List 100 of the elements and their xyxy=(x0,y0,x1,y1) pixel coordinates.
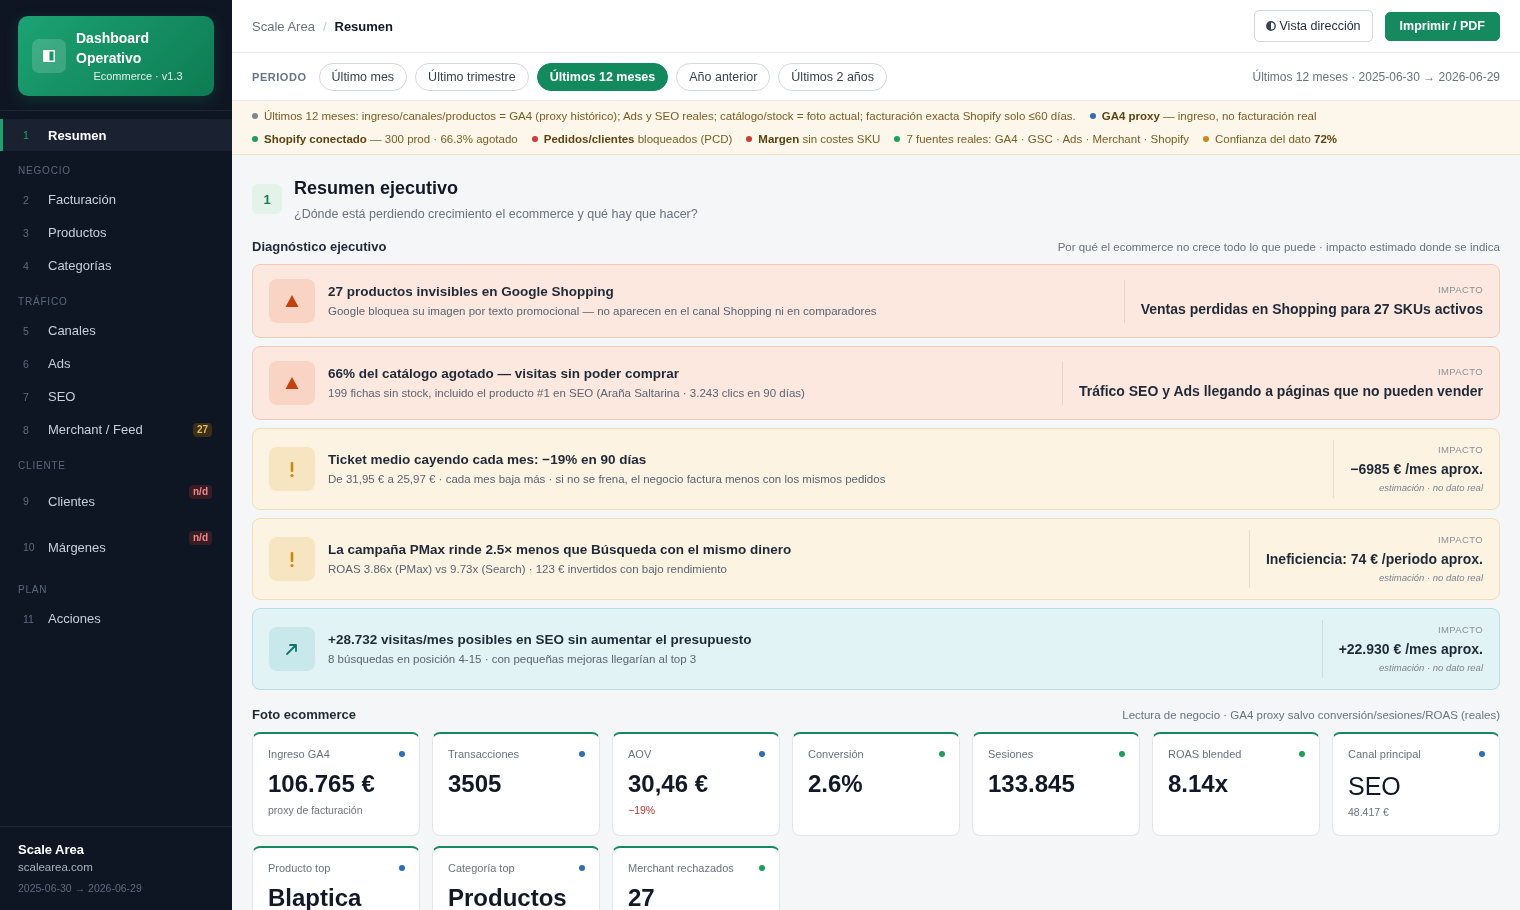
card-description: 8 búsquedas en posición 4-15 · con pequeñas mejoras llegarían al top 3 xyxy=(328,652,698,667)
impact-note: estimación · no dato real xyxy=(1377,572,1483,584)
exclamation-icon xyxy=(269,537,315,581)
kpi-label: Categoría top xyxy=(448,861,515,875)
kpi-note: proxy de facturación xyxy=(268,803,364,817)
nav-number: 9 xyxy=(23,495,30,507)
card-title: +28.732 visitas/mes posibles en SEO sin aumentar el presupuesto xyxy=(328,631,753,649)
kpi-label: Sesiones xyxy=(988,747,1034,761)
impact-label: IMPACTO xyxy=(1436,624,1483,636)
nav-number: 4 xyxy=(23,259,30,272)
nav-item[interactable]: 11 Acciones xyxy=(0,602,232,635)
period-tab[interactable]: Último mes xyxy=(318,62,408,91)
period-tab[interactable]: Últimos 12 meses xyxy=(536,62,669,91)
nav-item[interactable]: 4 Categorías xyxy=(0,249,232,282)
kpi-note: 48.417 € xyxy=(1348,805,1390,819)
card-description: Google bloquea su imagen por texto promocional — no aparecen en el canal Shopping ni en comparadores xyxy=(328,304,878,319)
kpi-value: Productos xyxy=(448,883,568,910)
date-range: 2025-06-30 → 2026-06-29 xyxy=(18,881,143,895)
notice-text: Shopify conectado — 300 prod · 66.3% agotado xyxy=(264,132,518,145)
status-badge: n/d xyxy=(189,485,212,499)
kpi-label: AOV xyxy=(628,747,652,761)
nav-item[interactable]: 8 Merchant / Feed 27 xyxy=(0,413,232,446)
nav-number: 8 xyxy=(23,423,30,436)
nav-item[interactable]: 9 Clientes n/d xyxy=(0,478,232,524)
block-title: Diagnóstico ejecutivo xyxy=(252,238,387,256)
nav-section-label: NEGOCIO xyxy=(17,164,72,178)
notice-text: Pedidos/clientes bloqueados (PCD) xyxy=(543,132,733,145)
kpi-value: 2.6% xyxy=(808,769,864,799)
breadcrumb-item: Resumen xyxy=(334,18,394,34)
section-number: 1 xyxy=(252,184,282,214)
card-title: 66% del catálogo agotado — visitas sin poder comprar xyxy=(328,365,681,383)
period-label: PERIODO xyxy=(252,70,307,83)
status-badge: n/d xyxy=(189,531,212,545)
nav-item[interactable]: 6 Ads xyxy=(0,347,232,380)
notice-text: GA4 proxy — ingreso, no facturación real xyxy=(1101,109,1317,122)
impact-label: IMPACTO xyxy=(1436,444,1483,456)
block-note: Por qué el ecommerce no crece todo lo que puede · impacto estimado donde se indica xyxy=(1057,240,1500,255)
breadcrumb-separator: / xyxy=(322,18,327,34)
section-subtitle: ¿Dónde está perdiendo crecimiento el ecommerce y qué hay que hacer? xyxy=(294,206,698,223)
account-name: Scale Area xyxy=(18,841,85,859)
card-description: 199 fichas sin stock, incluido el producto #1 en SEO (Araña Saltarina · 3.243 clics en 90 días) xyxy=(328,386,806,401)
impact-value: −6985 € /mes aprox. xyxy=(1350,460,1483,479)
kpi-label: Ingreso GA4 xyxy=(268,747,330,761)
nav-item[interactable]: 3 Productos xyxy=(0,216,232,249)
period-tab[interactable]: Últimos 2 años xyxy=(778,62,888,91)
panel-icon xyxy=(32,39,66,73)
breadcrumb-item[interactable]: Scale Area xyxy=(252,18,315,34)
notice-text: 7 fuentes reales: GA4 · GSC · Ads · Merchant · Shopify xyxy=(906,132,1189,145)
kpi-note: −19% xyxy=(628,803,657,817)
print-button[interactable]: Imprimir / PDF xyxy=(1384,11,1500,41)
nav-number: 1 xyxy=(23,129,30,141)
impact-value: Ventas perdidas en Shopping para 27 SKUs activos xyxy=(1140,299,1483,319)
account-domain: scalearea.com xyxy=(18,860,94,875)
notice-text: Confianza del dato 72% xyxy=(1214,132,1338,145)
impact-label: IMPACTO xyxy=(1436,534,1483,546)
notice-text: Margen sin costes SKU xyxy=(758,132,881,145)
nav-number: 2 xyxy=(23,193,30,206)
kpi-label: ROAS blended xyxy=(1168,747,1242,761)
nav-section-label: CLIENTE xyxy=(17,459,67,473)
kpi-value: 27 xyxy=(628,883,656,910)
nav-number: 6 xyxy=(23,357,30,370)
kpi-value: 106.765 € xyxy=(268,769,376,799)
impact-note: estimación · no dato real xyxy=(1377,482,1483,494)
kpi-value: 3505 xyxy=(448,769,503,799)
kpi-label: Canal principal xyxy=(1348,747,1421,761)
impact-value: Tráfico SEO y Ads llegando a páginas que no pueden vender xyxy=(1079,381,1483,401)
nav-number: 11 xyxy=(23,612,35,625)
card-title: 27 productos invisibles en Google Shopping xyxy=(328,283,615,301)
impact-note: estimación · no dato real xyxy=(1377,662,1483,674)
brand-title: Dashboard Operativo xyxy=(76,29,151,68)
card-description: De 31,95 € a 25,97 € · cada mes baja más · si no se frena, el negocio factura menos con los mismos pedidos xyxy=(328,472,887,487)
impact-label: IMPACTO xyxy=(1436,283,1483,296)
kpi-label: Merchant rechazados xyxy=(628,861,734,875)
section-title: Resumen ejecutivo xyxy=(294,177,460,199)
nav-item[interactable]: 7 SEO xyxy=(0,380,232,413)
nav-item[interactable]: 2 Facturación xyxy=(0,183,232,216)
brand-subtitle: Ecommerce · v1.3 xyxy=(92,69,184,84)
nav-item[interactable]: 5 Canales xyxy=(0,314,232,347)
nav-item[interactable]: 1 Resumen xyxy=(0,119,232,151)
block-title: Foto ecommerce xyxy=(252,706,357,724)
card-description: ROAS 3.86x (PMax) vs 9.73x (Search) · 123 € invertidos con bajo rendimiento xyxy=(328,562,728,577)
period-tab[interactable]: Último trimestre xyxy=(415,62,529,91)
period-tab[interactable]: Año anterior xyxy=(676,62,771,91)
view-toggle-button[interactable]: Vista dirección xyxy=(1253,10,1373,42)
nav-section-label: TRÁFICO xyxy=(17,294,69,309)
kpi-value: 30,46 € xyxy=(628,769,710,799)
nav-number: 3 xyxy=(23,226,30,239)
impact-value: +22.930 € /mes aprox. xyxy=(1338,640,1483,659)
notice-text: Últimos 12 meses: ingreso/canales/productos = GA4 (proxy histórico); Ads y SEO reales; catálogo/stock = foto actual; facturación exacta Shopify solo ≤60 días. xyxy=(264,109,1076,122)
nav-number: 10 xyxy=(23,541,36,553)
card-title: La campaña PMax rinde 2.5× menos que Búsqueda con el mismo dinero xyxy=(328,541,793,559)
contrast-icon xyxy=(1265,21,1276,31)
kpi-value: 133.845 xyxy=(988,769,1076,799)
impact-value: Ineficiencia: 74 € /periodo aprox. xyxy=(1265,550,1483,569)
nav-item[interactable]: 10 Márgenes n/d xyxy=(0,524,232,570)
count-badge: 27 xyxy=(192,422,212,437)
nav-section-label: PLAN xyxy=(17,583,49,597)
period-range: Últimos 12 meses · 2025-06-30 → 2026-06-29 xyxy=(1252,69,1500,84)
kpi-value: SEO xyxy=(1348,771,1402,801)
impact-label: IMPACTO xyxy=(1436,365,1483,378)
